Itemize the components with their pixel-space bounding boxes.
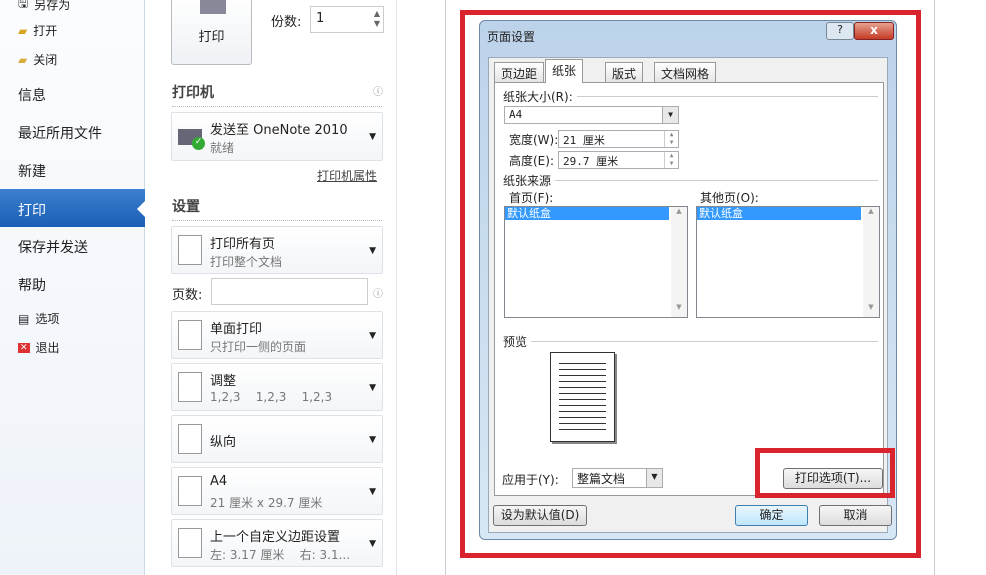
copies-input[interactable]: 1 ▲ ▼ — [310, 6, 384, 33]
set-default-button[interactable]: 设为默认值(D) — [493, 505, 587, 526]
info-icon: ⓘ — [373, 289, 383, 300]
exit-icon: ✕ — [18, 342, 30, 353]
print-panel: 打印 份数: 1 ▲ ▼ 打印机 ⓘ ✓ 发送至 OneNote 2010 就绪 ▼… — [145, 0, 397, 575]
ok-button[interactable]: 确定 — [735, 505, 808, 526]
sidebar-item-print[interactable]: 打印 — [0, 189, 145, 227]
paper-tab-panel: 纸张大小(R): A4 ▼ 宽度(W): 21 厘米 ▲ ▼ 高度(E): 29.7 … — [494, 82, 884, 496]
sidebar-item-new[interactable]: 新建 — [18, 161, 46, 181]
sidebar-item-recent[interactable]: 最近所用文件 — [18, 123, 102, 143]
tab-layout[interactable]: 版式 — [605, 62, 644, 82]
height-input[interactable]: 29.7 厘米 ▲ ▼ — [558, 151, 679, 169]
printer-properties-link[interactable]: 打印机属性 — [317, 167, 377, 184]
printer-select[interactable]: ✓ 发送至 OneNote 2010 就绪 ▼ — [171, 112, 383, 161]
list-item[interactable]: 默认纸盒 — [697, 207, 861, 220]
pages-input[interactable] — [211, 278, 368, 305]
collate-icon — [178, 372, 202, 402]
dialog-title: 页面设置 — [487, 30, 536, 44]
copies-spinner[interactable]: ▲ ▼ — [374, 9, 380, 29]
close-button[interactable]: x — [854, 22, 894, 40]
chevron-down-icon: ▼ — [369, 435, 376, 445]
tab-margins[interactable]: 页边距 — [494, 62, 545, 82]
print-button[interactable]: 打印 — [171, 0, 252, 65]
menu-open[interactable]: ▰ 打开 — [18, 22, 57, 39]
paper-size-select[interactable]: A4 ▼ — [504, 106, 679, 124]
height-spinner[interactable]: ▲ ▼ — [664, 152, 678, 168]
scrollbar[interactable]: ▲ ▼ — [863, 207, 879, 317]
chevron-down-icon: ▼ — [662, 107, 678, 123]
chevron-down-icon: ▼ — [369, 487, 376, 497]
orientation-select[interactable]: 纵向 ▼ — [171, 415, 383, 463]
scrollbar[interactable]: ▲ ▼ — [671, 207, 687, 317]
menu-save-as[interactable]: 🖫 另存为 — [18, 0, 70, 15]
folder-close-icon: ▰ — [18, 52, 28, 67]
options-icon: ▤ — [18, 311, 30, 326]
apply-to-select[interactable]: 整篇文档 ▼ — [572, 468, 663, 488]
check-icon: ✓ — [192, 137, 205, 150]
menu-exit[interactable]: ✕ 退出 — [18, 339, 60, 356]
margins-icon — [178, 528, 202, 558]
paper-icon — [178, 476, 202, 506]
menu-close[interactable]: ▰ 关闭 — [18, 51, 57, 68]
chevron-down-icon: ▼ — [369, 383, 376, 393]
pages-icon — [178, 235, 202, 265]
chevron-down-icon: ▼ — [369, 246, 376, 256]
save-as-icon: 🖫 — [18, 0, 29, 10]
menu-options[interactable]: ▤ 选项 — [18, 310, 59, 327]
width-input[interactable]: 21 厘米 ▲ ▼ — [558, 130, 679, 148]
sides-select[interactable]: 单面打印 只打印一侧的页面 ▼ — [171, 311, 383, 359]
sidebar-item-info[interactable]: 信息 — [18, 85, 46, 105]
highlight-box-print-options — [755, 448, 895, 498]
help-button[interactable]: ? — [826, 22, 854, 40]
tab-document-grid[interactable]: 文档网格 — [654, 62, 717, 82]
page-preview-thumbnail — [550, 352, 615, 442]
other-pages-list[interactable]: 默认纸盒 ▲ ▼ — [696, 206, 880, 318]
collate-select[interactable]: 调整 1,2,3 1,2,3 1,2,3 ▼ — [171, 363, 383, 411]
print-range-select[interactable]: 打印所有页 打印整个文档 ▼ — [171, 226, 383, 274]
sidebar-item-save-send[interactable]: 保存并发送 — [18, 237, 88, 257]
list-item[interactable]: 默认纸盒 — [505, 207, 669, 220]
paper-size-select[interactable]: A4 21 厘米 x 29.7 厘米 ▼ — [171, 467, 383, 515]
page-icon — [178, 320, 202, 350]
chevron-down-icon: ▼ — [369, 331, 376, 341]
info-icon: ⓘ — [373, 87, 383, 98]
cancel-button[interactable]: 取消 — [819, 505, 892, 526]
backstage-sidebar: 🖫 另存为 ▰ 打开 ▰ 关闭 信息 最近所用文件 新建 打印 保存并发送 帮助 ▤ 选… — [0, 0, 145, 575]
chevron-down-icon: ▼ — [369, 132, 376, 142]
tab-paper[interactable]: 纸张 — [545, 59, 584, 83]
first-page-list[interactable]: 默认纸盒 ▲ ▼ — [504, 206, 688, 318]
portrait-icon — [178, 424, 202, 454]
margins-select[interactable]: 上一个自定义边距设置 左: 3.17 厘米 右: 3.1... ▼ — [171, 519, 383, 567]
folder-open-icon: ▰ — [18, 23, 28, 38]
sidebar-item-help[interactable]: 帮助 — [18, 275, 46, 295]
chevron-down-icon: ▼ — [369, 539, 376, 549]
printer-icon — [200, 0, 226, 14]
chevron-down-icon: ▼ — [646, 469, 662, 487]
width-spinner[interactable]: ▲ ▼ — [664, 131, 678, 147]
